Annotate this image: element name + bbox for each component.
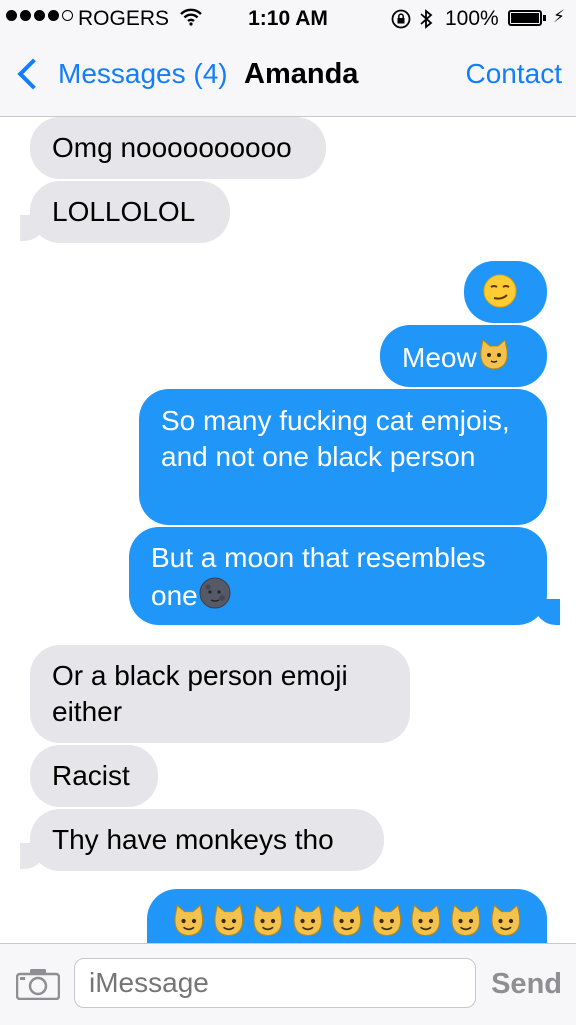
message-text: Racist (52, 760, 130, 791)
message-input[interactable] (74, 958, 476, 1008)
bluetooth-icon (418, 7, 434, 37)
contact-button[interactable]: Contact (466, 58, 563, 90)
new-moon-face-icon (198, 576, 232, 619)
message-text: Thy have monkeys tho (52, 824, 334, 855)
battery-tip (543, 15, 546, 21)
back-label: Messages (4) (58, 58, 228, 89)
charging-icon: ⚡ (553, 7, 565, 26)
chevron-left-icon (17, 58, 49, 90)
message-text: Omg noooooooooo (52, 132, 292, 163)
camera-icon[interactable] (15, 968, 61, 1005)
sent-message[interactable]: Meow (380, 325, 547, 387)
sent-message[interactable]: But a moon that resembles one (129, 527, 547, 625)
message-text: Or a black person emoji either (52, 660, 348, 727)
sent-message[interactable]: So many fucking cat emjois, and not one … (139, 389, 547, 525)
message-text: So many fucking cat emjois, and not one … (161, 405, 510, 472)
received-message[interactable]: Racist (30, 745, 158, 807)
cat-face-icon (477, 338, 511, 381)
received-message[interactable]: Or a black person emoji either (30, 645, 410, 743)
rotation-lock-icon (390, 8, 412, 36)
received-message[interactable]: Thy have monkeys tho (30, 809, 384, 871)
nav-bar: Messages (4) Amanda Contact (0, 38, 576, 117)
smiley-cat-icon (213, 904, 243, 937)
message-text: Meow (402, 341, 477, 373)
conversation-title: Amanda (244, 58, 359, 90)
status-bar: ROGERS 1:10 AM 100% ⚡ (0, 0, 576, 38)
cat-face-icon (174, 904, 204, 937)
message-list[interactable]: Omg noooooooooo LOLLOLOL Meow So many fu… (0, 117, 576, 943)
received-message[interactable]: Omg noooooooooo (30, 117, 326, 179)
sent-message[interactable] (464, 261, 547, 323)
heart-eyes-cat-icon (293, 904, 322, 937)
smirking-face-icon (482, 273, 518, 318)
emoji-row (171, 903, 523, 939)
joy-cat-icon (490, 904, 520, 937)
send-button[interactable]: Send (491, 968, 562, 1001)
smirk-cat-icon (372, 904, 401, 937)
compose-bar: Send (0, 943, 576, 1025)
battery-percentage: 100% (445, 7, 499, 30)
scream-cat-icon (411, 904, 441, 937)
message-text: LOLLOLOL (52, 196, 196, 227)
crying-cat-icon (451, 904, 481, 937)
received-message[interactable]: LOLLOLOL (30, 181, 230, 243)
back-button[interactable]: Messages (4) (14, 58, 228, 90)
grinning-cat-icon (253, 904, 283, 937)
sent-message[interactable] (147, 889, 547, 943)
kissing-cat-icon (332, 904, 362, 937)
battery-icon (508, 10, 542, 26)
